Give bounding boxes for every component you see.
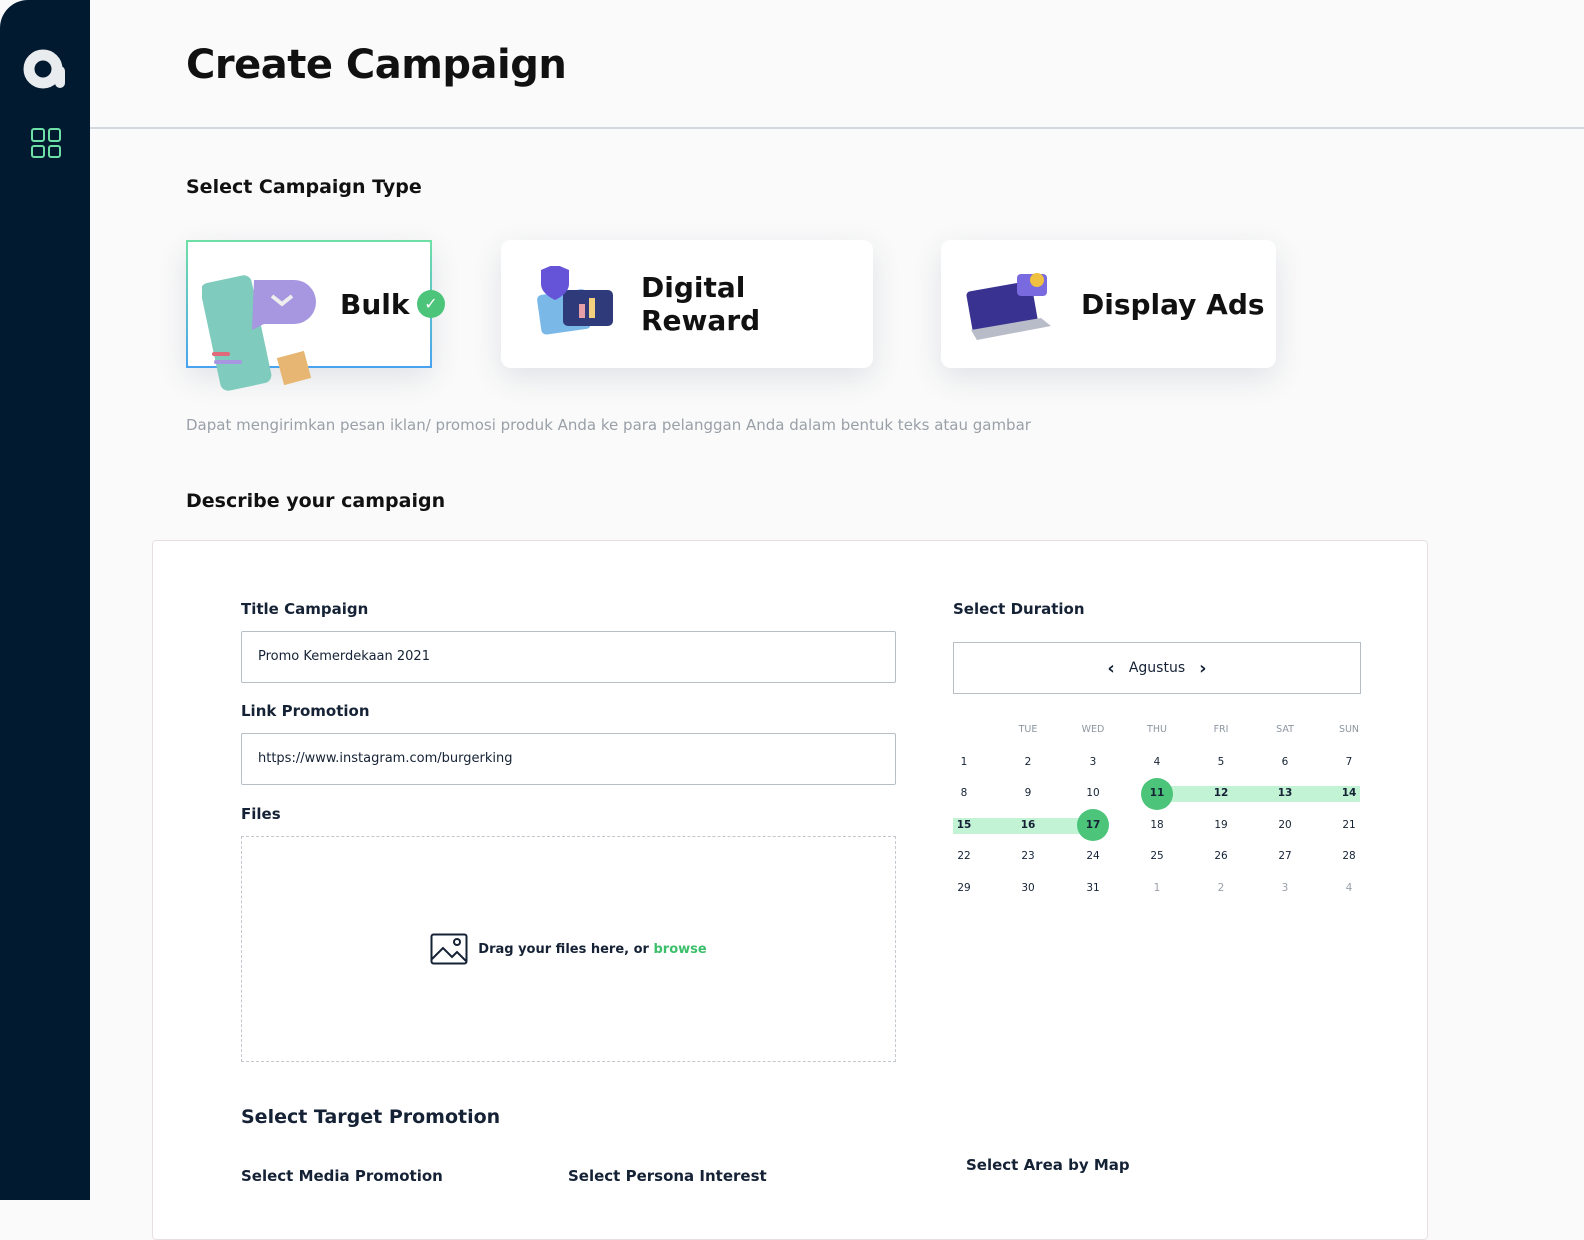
- weekday-header: SAT: [1276, 724, 1294, 735]
- weekday-header: WED: [1081, 724, 1105, 735]
- campaign-type-heading: Select Campaign Type: [186, 176, 422, 198]
- calendar-day[interactable]: 23: [1012, 846, 1044, 866]
- file-dropzone[interactable]: Drag your files here, or browse: [241, 836, 896, 1062]
- title-campaign-label: Title Campaign: [241, 600, 369, 618]
- calendar-day[interactable]: 2: [1012, 752, 1044, 772]
- calendar-day[interactable]: 1: [948, 752, 980, 772]
- calendar-day[interactable]: 18: [1141, 815, 1173, 835]
- calendar-day[interactable]: 28: [1333, 846, 1365, 866]
- link-promotion-input[interactable]: https://www.instagram.com/burgerking: [241, 733, 896, 785]
- campaign-type-description: Dapat mengirimkan pesan iklan/ promosi p…: [186, 416, 1031, 434]
- files-label: Files: [241, 805, 281, 823]
- link-promotion-label: Link Promotion: [241, 702, 370, 720]
- selected-check-icon: ✓: [417, 290, 445, 318]
- calendar-day[interactable]: 27: [1269, 846, 1301, 866]
- display-ads-label: Display Ads: [1081, 287, 1265, 321]
- calendar-day[interactable]: 29: [948, 878, 980, 898]
- page-title: Create Campaign: [186, 42, 567, 88]
- calendar-day[interactable]: 6: [1269, 752, 1301, 772]
- calendar-day[interactable]: 12: [1205, 783, 1237, 803]
- weekday-header: FRI: [1213, 724, 1229, 735]
- digital-reward-label: Digital Reward: [641, 271, 761, 337]
- campaign-type-digital-reward[interactable]: Digital Reward: [501, 240, 873, 368]
- app-logo-icon[interactable]: [23, 46, 67, 90]
- bulk-label: Bulk: [340, 287, 410, 321]
- range-highlight: [1157, 786, 1360, 802]
- browse-link[interactable]: browse: [654, 942, 707, 957]
- target-heading: Select Target Promotion: [241, 1106, 501, 1128]
- calendar-day[interactable]: 1: [1141, 878, 1173, 898]
- calendar-day[interactable]: 11: [1141, 783, 1173, 803]
- area-map-label: Select Area by Map: [966, 1156, 1130, 1174]
- bulk-illustration-icon: [202, 275, 316, 391]
- calendar-day[interactable]: 2: [1205, 878, 1237, 898]
- calendar-day[interactable]: 7: [1333, 752, 1365, 772]
- media-promotion-label: Select Media Promotion: [241, 1167, 443, 1185]
- digital-reward-illustration-icon: [537, 266, 613, 335]
- display-ads-illustration-icon: [966, 273, 1051, 340]
- weekday-header: [948, 720, 980, 740]
- campaign-type-display-ads[interactable]: Display Ads: [941, 240, 1276, 368]
- calendar-day[interactable]: 9: [1012, 783, 1044, 803]
- calendar-day[interactable]: 25: [1141, 846, 1173, 866]
- calendar-day[interactable]: 13: [1269, 783, 1301, 803]
- chevron-right-icon[interactable]: ›: [1199, 658, 1206, 679]
- weekday-header: THU: [1147, 724, 1167, 735]
- calendar-day[interactable]: 3: [1269, 878, 1301, 898]
- persona-interest-label: Select Persona Interest: [568, 1167, 767, 1185]
- dashboard-grid-icon[interactable]: [31, 128, 61, 158]
- calendar-day[interactable]: 5: [1205, 752, 1237, 772]
- campaign-type-bulk[interactable]: Bulk: [186, 240, 432, 391]
- calendar-day[interactable]: 31: [1077, 878, 1109, 898]
- month-selector: ‹ Agustus ›: [953, 642, 1361, 694]
- calendar-day[interactable]: 10: [1077, 783, 1109, 803]
- select-duration-label: Select Duration: [953, 600, 1085, 618]
- drop-text: Drag your files here, or: [478, 941, 654, 957]
- calendar-day[interactable]: 21: [1333, 815, 1365, 835]
- calendar-day[interactable]: 17: [1077, 815, 1109, 835]
- describe-heading: Describe your campaign: [186, 490, 446, 512]
- chevron-left-icon[interactable]: ‹: [1107, 658, 1114, 679]
- calendar-day[interactable]: 15: [948, 815, 980, 835]
- calendar-day[interactable]: 26: [1205, 846, 1237, 866]
- calendar-day[interactable]: 16: [1012, 815, 1044, 835]
- month-label: Agustus: [1128, 660, 1186, 676]
- sidebar: [0, 0, 90, 1200]
- calendar-day[interactable]: 3: [1077, 752, 1109, 772]
- calendar-day[interactable]: 19: [1205, 815, 1237, 835]
- weekday-header: TUE: [1018, 724, 1038, 735]
- title-campaign-input[interactable]: Promo Kemerdekaan 2021: [241, 631, 896, 683]
- calendar-day[interactable]: 20: [1269, 815, 1301, 835]
- image-icon: [430, 933, 468, 965]
- calendar-day[interactable]: 14: [1333, 783, 1365, 803]
- weekday-header: SUN: [1338, 724, 1360, 735]
- calendar-day[interactable]: 22: [948, 846, 980, 866]
- calendar-day[interactable]: 30: [1012, 878, 1044, 898]
- calendar-day[interactable]: 8: [948, 783, 980, 803]
- calendar-day[interactable]: 24: [1077, 846, 1109, 866]
- calendar-day[interactable]: 4: [1141, 752, 1173, 772]
- calendar-day[interactable]: 4: [1333, 878, 1365, 898]
